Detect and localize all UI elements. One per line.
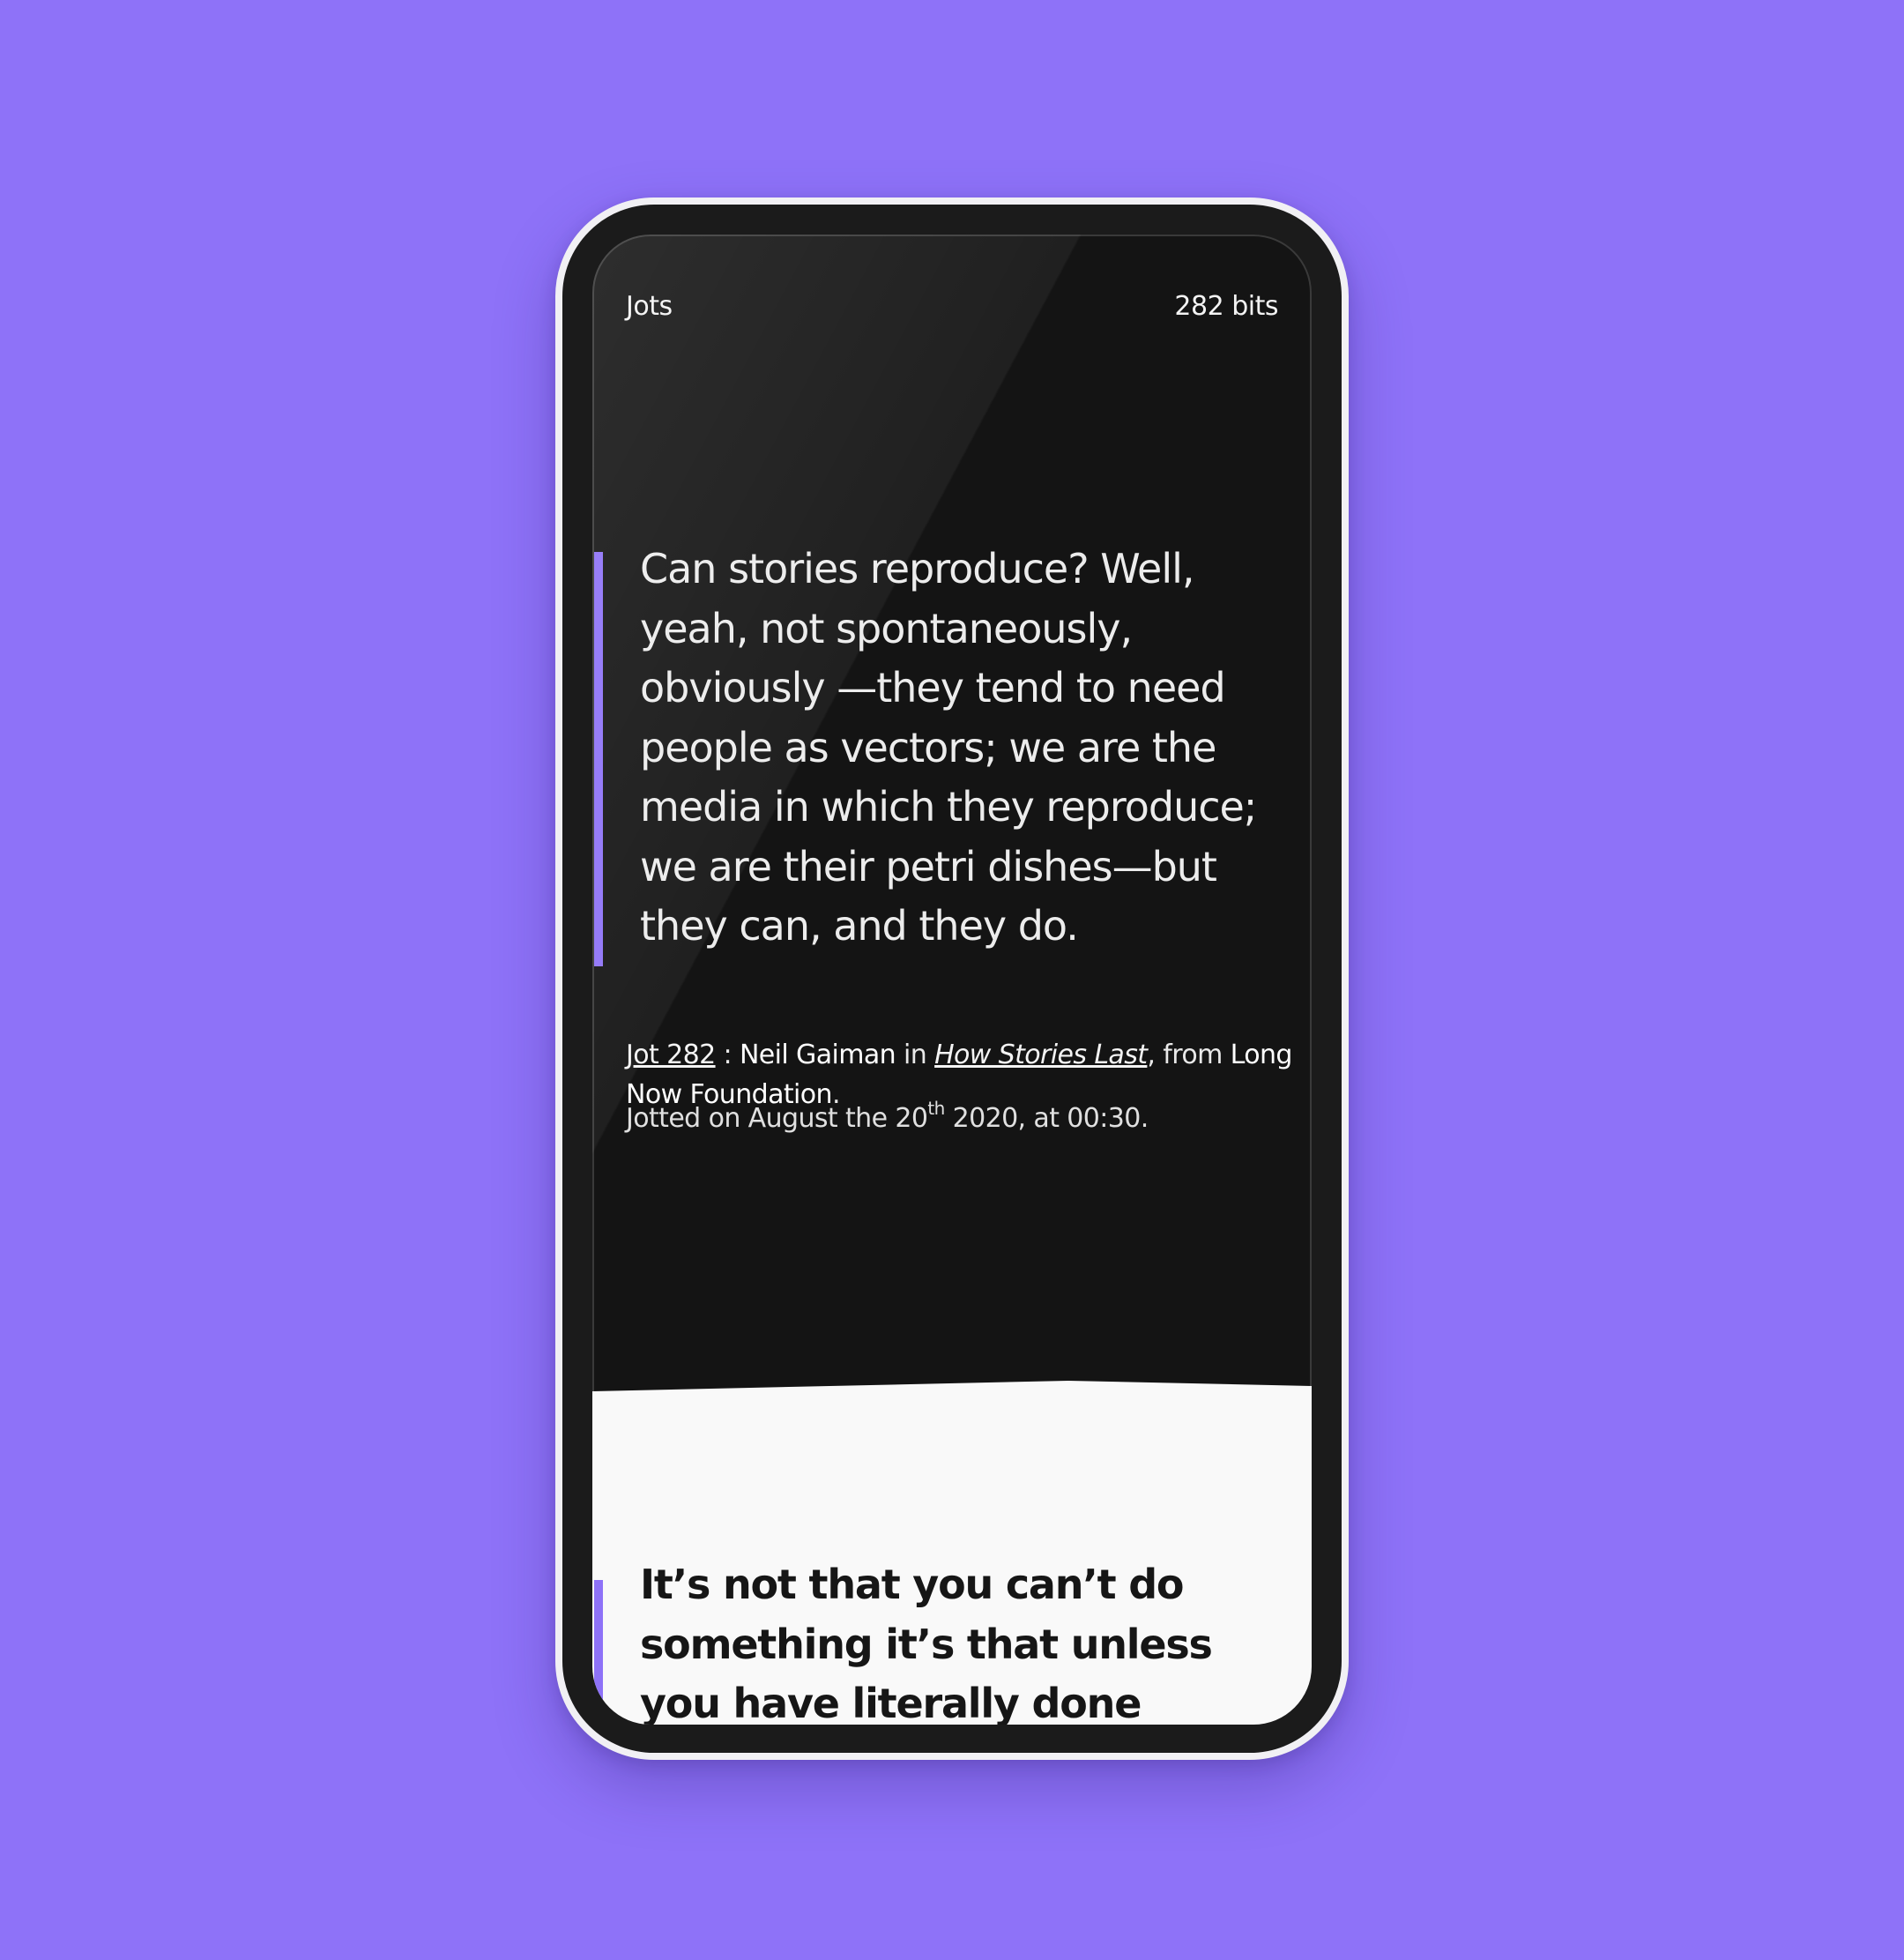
jot-quote: Can stories reproduce? Well, yeah, not s… xyxy=(640,545,1257,950)
citation-separator: : xyxy=(715,1040,740,1070)
date-prefix: Jotted on August the 20 xyxy=(626,1103,928,1134)
quote-accent-bar xyxy=(594,552,603,966)
jot-permalink[interactable]: Jot 282 xyxy=(626,1040,716,1070)
next-quote-accent-bar xyxy=(594,1580,603,1725)
site-title[interactable]: Jots xyxy=(626,291,673,322)
jot-author: Neil Gaiman xyxy=(739,1040,896,1070)
phone-frame: Jots 282 bits Can stories reproduce? Wel… xyxy=(555,197,1349,1760)
phone-screen: Jots 282 bits Can stories reproduce? Wel… xyxy=(592,235,1312,1725)
jot-work-link[interactable]: How Stories Last xyxy=(934,1040,1148,1070)
next-jot-quote: It’s not that you can’t do something it’… xyxy=(640,1561,1213,1725)
jot-date: Jotted on August the 20th 2020, at 00:30… xyxy=(626,1099,1296,1138)
date-ordinal: th xyxy=(927,1098,945,1119)
bit-count: 282 bits xyxy=(1174,290,1278,322)
citation-from: , from xyxy=(1147,1040,1231,1070)
date-suffix: 2020, at 00:30. xyxy=(944,1103,1149,1134)
citation-in: in xyxy=(896,1040,935,1070)
stage-background: Jots 282 bits Can stories reproduce? Wel… xyxy=(0,0,1904,1960)
top-bar: Jots 282 bits xyxy=(626,284,1278,328)
